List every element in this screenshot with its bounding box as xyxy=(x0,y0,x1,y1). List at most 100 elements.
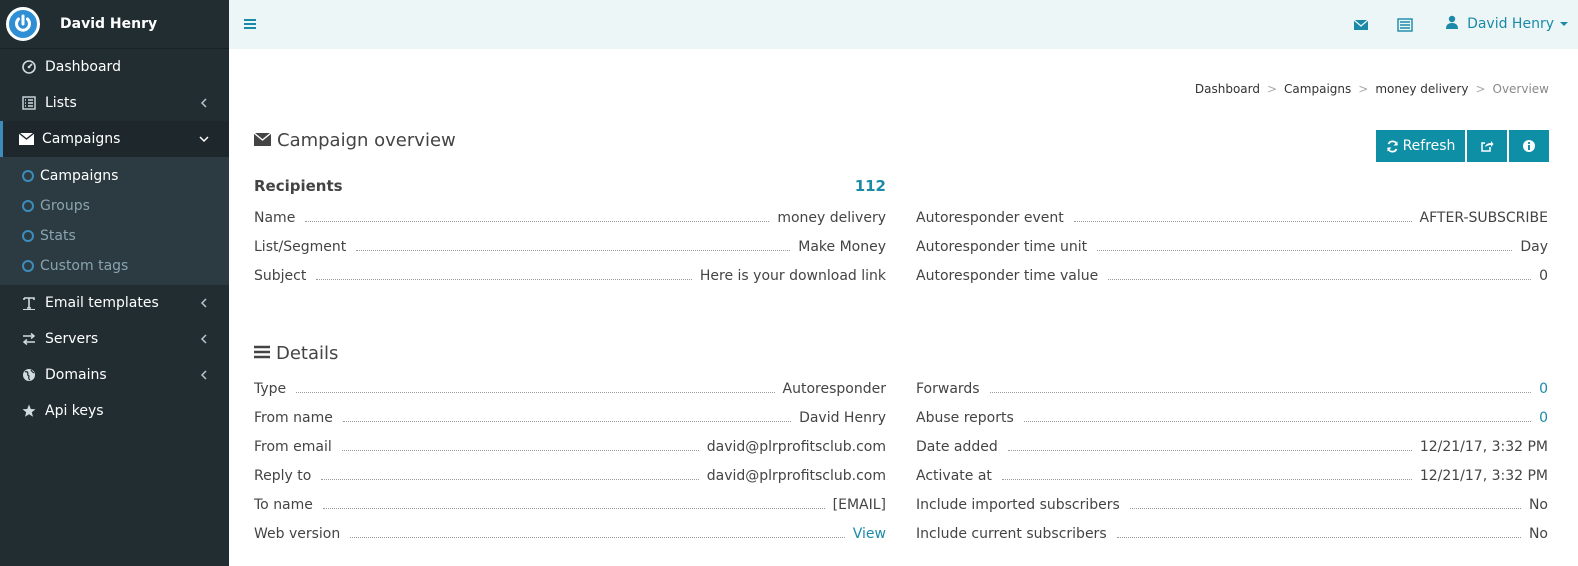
info-row: Include current subscribers No xyxy=(916,526,1548,555)
breadcrumb: Dashboard > Campaigns > money delivery >… xyxy=(1195,82,1549,96)
row-value: David Henry xyxy=(799,410,886,426)
info-row: Include imported subscribers No xyxy=(916,497,1548,526)
submenu-item-groups[interactable]: Groups xyxy=(0,191,229,221)
row-label: Reply to xyxy=(254,468,322,484)
info-row: Activate at 12/21/17, 3:32 PM xyxy=(916,468,1548,497)
info-row: Date added 12/21/17, 3:32 PM xyxy=(916,439,1548,468)
sidebar-item-lists[interactable]: Lists xyxy=(0,85,229,121)
row-value: Autoresponder xyxy=(782,381,886,397)
row-label: From email xyxy=(254,439,342,455)
info-row: Autoresponder event AFTER-SUBSCRIBE xyxy=(916,210,1548,239)
refresh-icon xyxy=(1386,139,1398,153)
info-row: From email david@plrprofitsclub.com xyxy=(254,439,886,468)
refresh-button[interactable]: Refresh xyxy=(1376,130,1465,162)
row-label: Subject xyxy=(254,268,317,284)
user-name: David Henry xyxy=(1467,16,1554,32)
details-title: Details xyxy=(254,343,338,364)
brand-name[interactable]: David Henry xyxy=(60,16,157,32)
info-row: Autoresponder time unit Day xyxy=(916,239,1548,268)
row-value: [EMAIL] xyxy=(832,497,886,513)
toolbar-buttons: Refresh xyxy=(1374,130,1549,162)
sidebar-item-email-templates[interactable]: Email templates xyxy=(0,285,229,321)
sidebar-item-api-keys[interactable]: Api keys xyxy=(0,393,229,429)
tasks-icon[interactable] xyxy=(1397,17,1413,33)
row-value: 0 xyxy=(1539,268,1548,284)
breadcrumb-campaigns[interactable]: Campaigns xyxy=(1284,82,1351,96)
row-label: From name xyxy=(254,410,343,426)
details-left-list: Type Autoresponder From name David Henry… xyxy=(254,381,886,555)
submenu-item-label: Groups xyxy=(40,198,90,214)
campaigns-submenu: Campaigns Groups Stats Custom tags xyxy=(0,157,229,285)
envelope-icon[interactable] xyxy=(1353,17,1369,33)
main-content: Dashboard > Campaigns > money delivery >… xyxy=(229,49,1578,566)
breadcrumb-campaign[interactable]: money delivery xyxy=(1375,82,1468,96)
row-value: 12/21/17, 3:32 PM xyxy=(1419,439,1548,455)
info-row: From name David Henry xyxy=(254,410,886,439)
recipients-count[interactable]: 112 xyxy=(855,177,886,195)
row-value: money delivery xyxy=(777,210,886,226)
info-row: Forwards 0 xyxy=(916,381,1548,410)
circle-icon xyxy=(22,260,34,272)
row-label: Activate at xyxy=(916,468,1002,484)
refresh-label: Refresh xyxy=(1402,138,1456,154)
sidebar-item-campaigns[interactable]: Campaigns xyxy=(0,121,229,157)
web-version-link[interactable]: View xyxy=(852,526,886,542)
info-row: Subject Here is your download link xyxy=(254,268,886,297)
campaign-overview-title: Campaign overview xyxy=(253,130,456,151)
exchange-icon xyxy=(21,331,37,347)
row-value: 12/21/17, 3:32 PM xyxy=(1419,468,1548,484)
submenu-item-label: Custom tags xyxy=(40,258,129,274)
abuse-reports-link[interactable]: 0 xyxy=(1539,410,1548,426)
row-value: Here is your download link xyxy=(699,268,886,284)
row-label: Forwards xyxy=(916,381,990,397)
bars-icon xyxy=(254,343,270,364)
section-title-text: Campaign overview xyxy=(277,130,456,151)
caret-down-icon xyxy=(1560,22,1568,26)
sidebar-item-label: Dashboard xyxy=(45,59,121,75)
sidebar-item-label: Domains xyxy=(45,367,107,383)
row-label: Autoresponder time value xyxy=(916,268,1109,284)
sidebar-item-servers[interactable]: Servers xyxy=(0,321,229,357)
breadcrumb-separator: > xyxy=(1266,82,1278,96)
submenu-item-campaigns[interactable]: Campaigns xyxy=(0,161,229,191)
info-row: Type Autoresponder xyxy=(254,381,886,410)
info-row: Web version View xyxy=(254,526,886,555)
breadcrumb-separator: > xyxy=(1475,82,1486,96)
row-value: AFTER-SUBSCRIBE xyxy=(1419,210,1548,226)
row-value: david@plrprofitsclub.com xyxy=(706,439,886,455)
user-menu[interactable]: David Henry xyxy=(1445,15,1568,33)
row-label: To name xyxy=(254,497,323,513)
hamburger-menu-icon[interactable] xyxy=(243,17,257,31)
breadcrumb-dashboard[interactable]: Dashboard xyxy=(1195,82,1260,96)
submenu-item-custom-tags[interactable]: Custom tags xyxy=(0,251,229,281)
sidebar-item-label: Campaigns xyxy=(42,131,121,147)
info-button[interactable] xyxy=(1509,130,1549,162)
row-label: Autoresponder time unit xyxy=(916,239,1098,255)
power-logo-icon[interactable] xyxy=(6,7,40,41)
submenu-item-stats[interactable]: Stats xyxy=(0,221,229,251)
sidebar-item-dashboard[interactable]: Dashboard xyxy=(0,49,229,85)
chevron-down-icon xyxy=(197,132,211,146)
overview-left-list: Name money delivery List/Segment Make Mo… xyxy=(254,210,886,297)
share-button[interactable] xyxy=(1467,130,1507,162)
row-label: Autoresponder event xyxy=(916,210,1074,226)
breadcrumb-current: Overview xyxy=(1492,82,1550,96)
envelope-icon xyxy=(18,131,34,147)
text-icon xyxy=(21,295,37,311)
overview-right-list: Autoresponder event AFTER-SUBSCRIBE Auto… xyxy=(916,210,1548,297)
row-value: Make Money xyxy=(798,239,886,255)
circle-icon xyxy=(22,170,34,182)
forwards-link[interactable]: 0 xyxy=(1539,381,1548,397)
row-value: No xyxy=(1528,497,1548,513)
info-row: List/Segment Make Money xyxy=(254,239,886,268)
row-label: Web version xyxy=(254,526,351,542)
sidebar-item-label: Servers xyxy=(45,331,99,347)
section-title-text: Details xyxy=(276,343,339,364)
sidebar-item-domains[interactable]: Domains xyxy=(0,357,229,393)
row-label: Include imported subscribers xyxy=(916,497,1130,513)
row-label: Abuse reports xyxy=(916,410,1024,426)
row-label: Name xyxy=(254,210,306,226)
recipients-label: Recipients xyxy=(254,177,343,195)
row-label: Date added xyxy=(916,439,1008,455)
star-icon xyxy=(21,403,37,419)
